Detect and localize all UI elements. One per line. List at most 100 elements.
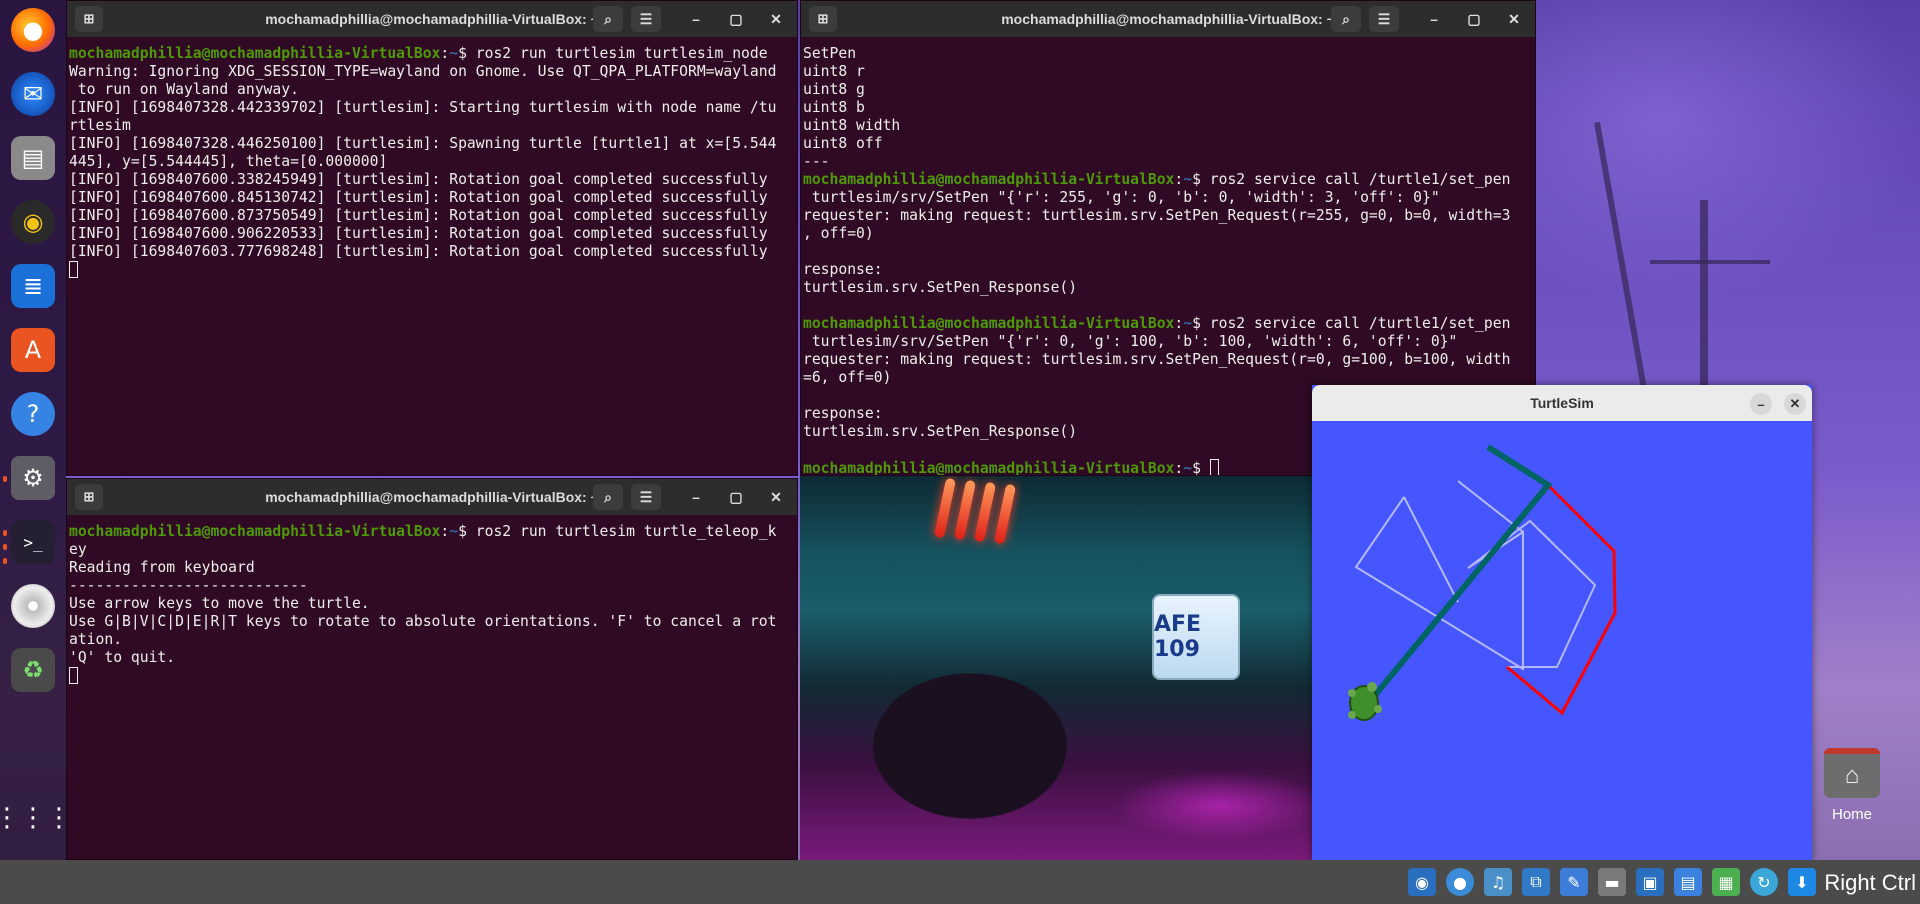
terminal-line-text: uint8 g: [803, 81, 865, 98]
terminal-line-text: requester: making request: turtlesim.srv…: [803, 351, 1511, 368]
terminal-line: , off=0): [803, 225, 1531, 243]
terminal-line-text: uint8 b: [803, 99, 865, 116]
terminal-line-text: [INFO] [1698407328.442339702] [turtlesim…: [69, 99, 777, 116]
close-icon[interactable]: ✕: [1499, 6, 1529, 32]
menu-icon[interactable]: ☰: [631, 484, 661, 510]
maximize-icon[interactable]: ▢: [721, 6, 751, 32]
terminal-line: mochamadphillia@mochamadphillia-VirtualB…: [803, 315, 1531, 333]
minimize-icon[interactable]: –: [1419, 6, 1449, 32]
prompt-user: mochamadphillia@mochamadphillia-VirtualB…: [803, 460, 1175, 476]
new-tab-icon[interactable]: ⊞: [809, 6, 837, 32]
terminal-titlebar[interactable]: ⊞ mochamadphillia@mochamadphillia-Virtua…: [801, 1, 1535, 37]
keyboard-capture-icon[interactable]: ⬇: [1788, 868, 1816, 896]
terminal-line-text: [INFO] [1698407600.906220533] [turtlesim…: [69, 225, 768, 242]
home-folder-shortcut[interactable]: ⌂ Home: [1820, 748, 1884, 823]
terminal-cursor: [1209, 459, 1219, 475]
terminal-line-text: response:: [803, 405, 883, 422]
turtlesim-titlebar[interactable]: TurtleSim – ✕: [1312, 385, 1812, 421]
terminal-line-text: ---: [803, 153, 830, 170]
maximize-icon[interactable]: ▢: [1459, 6, 1489, 32]
terminal-line-text: $ ros2 run turtlesim turtlesim_node: [458, 45, 768, 62]
settings-icon[interactable]: ⚙: [11, 456, 55, 500]
terminal-line: uint8 width: [803, 117, 1531, 135]
prompt-separator: :: [1174, 460, 1184, 476]
hard-disk-icon[interactable]: ◉: [1408, 868, 1436, 896]
files-icon[interactable]: ▤: [11, 136, 55, 180]
writer-icon[interactable]: ≣: [11, 264, 55, 308]
terminal-line-text: uint8 off: [803, 135, 883, 152]
trail-path: [1403, 496, 1459, 603]
terminal-titlebar[interactable]: ⊞ mochamadphillia@mochamadphillia-Virtua…: [67, 479, 797, 515]
terminal-line-text: turtlesim/srv/SetPen "{'r': 0, 'g': 100,…: [803, 333, 1458, 350]
trash-icon[interactable]: ♻: [11, 648, 55, 692]
search-icon[interactable]: ⌕: [593, 484, 623, 510]
terminal-line-text: 445], y=[5.544445], theta=[0.000000]: [69, 153, 388, 170]
terminal-line-text: response:: [803, 261, 883, 278]
prompt-user: mochamadphillia@mochamadphillia-VirtualB…: [69, 45, 441, 62]
show-apps-icon[interactable]: ⋮⋮⋮: [0, 796, 72, 840]
turtlesim-title: TurtleSim: [1530, 395, 1594, 411]
shared-folders-icon[interactable]: ▬: [1598, 868, 1626, 896]
terminal-line: uint8 g: [803, 81, 1531, 99]
close-icon[interactable]: ✕: [1784, 393, 1806, 415]
new-tab-icon[interactable]: ⊞: [75, 484, 103, 510]
firefox-icon[interactable]: ●: [11, 8, 55, 52]
mouse-integration-icon[interactable]: ↻: [1750, 868, 1778, 896]
taillight: [993, 483, 1017, 545]
prompt-user: mochamadphillia@mochamadphillia-VirtualB…: [803, 171, 1175, 188]
terminal-line-text: [INFO] [1698407600.845130742] [turtlesim…: [69, 189, 768, 206]
network-icon[interactable]: ⧉: [1522, 868, 1550, 896]
audio-icon[interactable]: ♫: [1484, 868, 1512, 896]
wallpaper-photo: AFE 109: [800, 476, 1312, 860]
terminal-window-teleop[interactable]: ⊞ mochamadphillia@mochamadphillia-Virtua…: [66, 478, 798, 860]
close-icon[interactable]: ✕: [761, 6, 791, 32]
cpu-icon[interactable]: ▦: [1712, 868, 1740, 896]
minimize-icon[interactable]: –: [681, 6, 711, 32]
terminal-line: turtlesim/srv/SetPen "{'r': 0, 'g': 100,…: [803, 333, 1531, 351]
terminal-line: turtlesim/srv/SetPen "{'r': 255, 'g': 0,…: [803, 189, 1531, 207]
prompt-separator: :: [440, 45, 450, 62]
close-icon[interactable]: ✕: [761, 484, 791, 510]
license-plate-text: AFE 109: [1154, 612, 1202, 662]
prompt-user: mochamadphillia@mochamadphillia-VirtualB…: [803, 315, 1175, 332]
minimize-icon[interactable]: –: [1750, 393, 1772, 415]
search-icon[interactable]: ⌕: [1331, 6, 1361, 32]
turtlesim-window[interactable]: TurtleSim – ✕: [1312, 385, 1812, 860]
disc-icon[interactable]: [11, 584, 55, 628]
terminal-line: 445], y=[5.544445], theta=[0.000000]: [69, 153, 793, 171]
terminal-output[interactable]: mochamadphillia@mochamadphillia-VirtualB…: [69, 523, 793, 685]
maximize-icon[interactable]: ▢: [721, 484, 751, 510]
terminal-output[interactable]: mochamadphillia@mochamadphillia-VirtualB…: [69, 45, 793, 279]
terminal-line: mochamadphillia@mochamadphillia-VirtualB…: [69, 523, 793, 541]
usb-icon[interactable]: ✎: [1560, 868, 1588, 896]
terminal-line-text: [INFO] [1698407603.777698248] [turtlesim…: [69, 243, 768, 260]
terminal-titlebar[interactable]: ⊞ mochamadphillia@mochamadphillia-Virtua…: [67, 1, 797, 37]
terminal-line: mochamadphillia@mochamadphillia-VirtualB…: [803, 171, 1531, 189]
terminal-line-text: $ ros2 service call /turtle1/set_pen: [1192, 315, 1511, 332]
terminal-line: response:: [803, 261, 1531, 279]
terminal-line-text: turtlesim/srv/SetPen "{'r': 255, 'g': 0,…: [803, 189, 1440, 206]
terminal-line-text: uint8 width: [803, 117, 901, 134]
display-icon[interactable]: ▣: [1636, 868, 1664, 896]
new-tab-icon[interactable]: ⊞: [75, 6, 103, 32]
recording-icon[interactable]: ▤: [1674, 868, 1702, 896]
rhythmbox-icon[interactable]: ◉: [11, 200, 55, 244]
help-icon[interactable]: ?: [11, 392, 55, 436]
terminal-line-text: requester: making request: turtlesim.srv…: [803, 207, 1511, 224]
terminal-line-text: ation.: [69, 631, 123, 648]
menu-icon[interactable]: ☰: [631, 6, 661, 32]
search-icon[interactable]: ⌕: [593, 6, 623, 32]
app-center-icon[interactable]: A: [11, 328, 55, 372]
optical-drive-icon[interactable]: ●: [1446, 868, 1474, 896]
terminal-window-turtlesim-node[interactable]: ⊞ mochamadphillia@mochamadphillia-Virtua…: [66, 0, 798, 476]
terminal-line: rtlesim: [69, 117, 793, 135]
thunderbird-icon[interactable]: ✉: [11, 72, 55, 116]
terminal-line-text: Reading from keyboard: [69, 559, 255, 576]
license-plate: AFE 109: [1152, 594, 1240, 680]
terminal-icon[interactable]: >_: [11, 520, 55, 564]
minimize-icon[interactable]: –: [681, 484, 711, 510]
terminal-line-text: Warning: Ignoring XDG_SESSION_TYPE=wayla…: [69, 63, 777, 80]
terminal-line: [INFO] [1698407603.777698248] [turtlesim…: [69, 243, 793, 261]
menu-icon[interactable]: ☰: [1369, 6, 1399, 32]
